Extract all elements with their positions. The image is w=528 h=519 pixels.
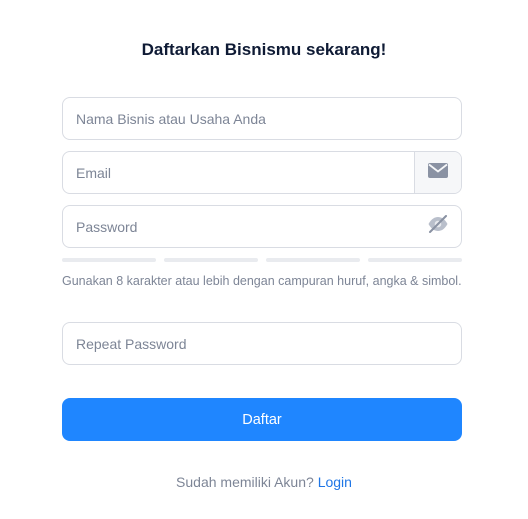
- login-prompt-text: Sudah memiliki Akun?: [176, 474, 314, 490]
- strength-segment: [368, 258, 462, 262]
- eye-slash-icon: [427, 215, 449, 238]
- signup-page: Daftarkan Bisnismu sekarang! Nama Bisnis…: [0, 0, 528, 519]
- business-name-field[interactable]: [62, 97, 462, 140]
- password-strength-meter: [62, 258, 462, 262]
- strength-segment: [164, 258, 258, 262]
- register-button[interactable]: Daftar: [62, 398, 462, 441]
- login-link[interactable]: Login: [318, 474, 352, 490]
- toggle-password-visibility-button[interactable]: [415, 206, 461, 247]
- email-field[interactable]: [62, 151, 462, 194]
- password-field[interactable]: [62, 205, 462, 248]
- envelope-icon: [428, 162, 448, 183]
- password-input[interactable]: [63, 206, 415, 247]
- login-prompt: Sudah memiliki Akun? Login: [0, 474, 528, 490]
- email-addon: [414, 152, 461, 193]
- password-hint: Gunakan 8 karakter atau lebih dengan cam…: [62, 274, 462, 288]
- strength-segment: [266, 258, 360, 262]
- repeat-password-field[interactable]: [62, 322, 462, 365]
- business-name-input[interactable]: [63, 98, 461, 139]
- repeat-password-input[interactable]: [63, 323, 461, 364]
- page-title: Daftarkan Bisnismu sekarang!: [141, 40, 387, 59]
- email-input[interactable]: [63, 152, 414, 193]
- strength-segment: [62, 258, 156, 262]
